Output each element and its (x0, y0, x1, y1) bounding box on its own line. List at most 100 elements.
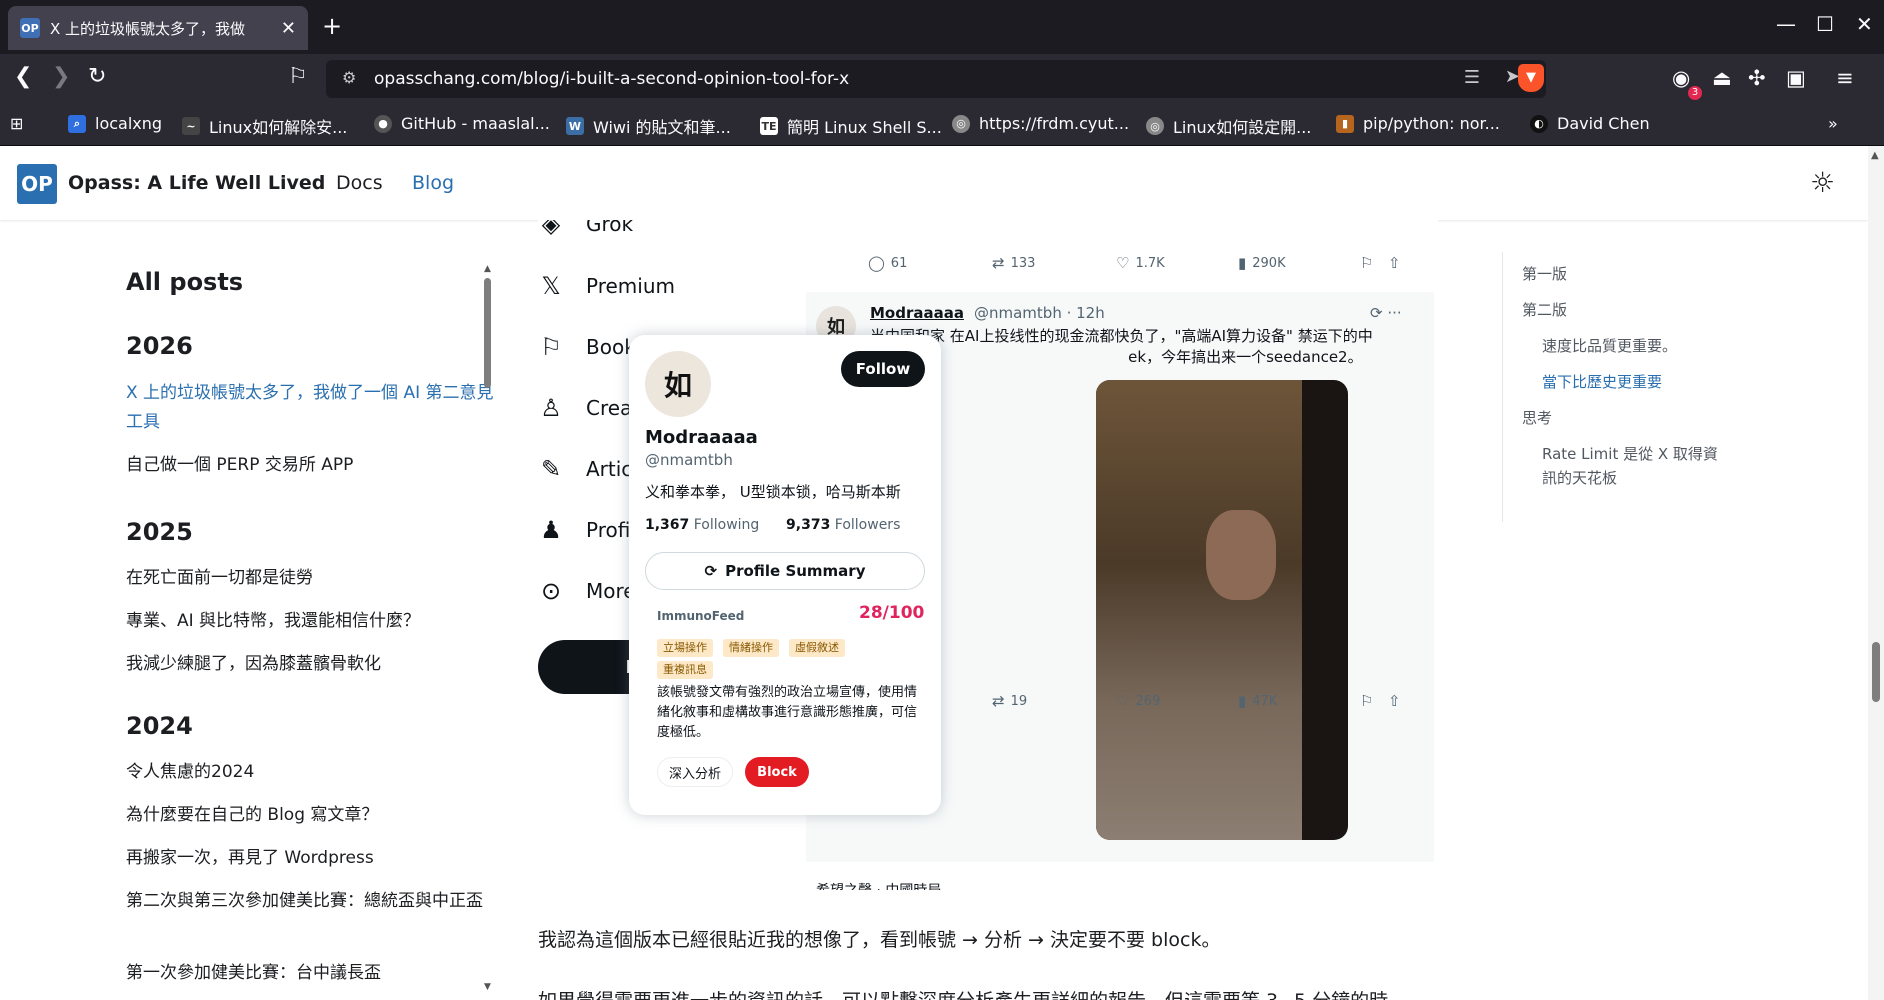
bookmark-wiwi[interactable]: W Wiwi 的貼文和筆... (566, 114, 731, 138)
site-info-icon[interactable]: ⚙ (342, 68, 356, 87)
post-link[interactable]: 第二次與第三次參加健美比賽：總統盃與中正盃 (126, 887, 496, 916)
video-frame (1096, 380, 1302, 840)
site-title[interactable]: Opass: A Life Well Lived (68, 172, 325, 194)
toc-item[interactable]: 第一版 (1522, 262, 1567, 286)
reader-mode-icon[interactable]: ☰ (1464, 67, 1480, 88)
bookmark-localxng[interactable]: ⌕ localxng (68, 114, 162, 133)
reply-action[interactable]: ◯ 61 (868, 254, 907, 272)
x-logo-icon: 𝕏 (541, 272, 561, 300)
url-text: opasschang.com/blog/i-built-a-second-opi… (374, 69, 850, 89)
follow-button[interactable]: Follow (841, 351, 925, 387)
profile-icon: ♟ (540, 516, 562, 544)
heart-icon: ♡ (1116, 692, 1130, 710)
toc-item[interactable]: 思考 (1522, 406, 1552, 430)
vpn-extension-icon[interactable]: ◉ (1672, 66, 1690, 90)
repost-icon: ⇄ (992, 692, 1005, 710)
sidebar-scrollbar-thumb[interactable] (484, 278, 491, 388)
like-action[interactable]: ♡ 1.7K (1116, 254, 1165, 272)
menu-icon[interactable]: ≡ (1836, 66, 1854, 90)
like-action[interactable]: ♡ 269 (1116, 692, 1160, 710)
reload-icon[interactable]: ↻ (88, 64, 106, 89)
scroll-up-icon[interactable]: ▲ (1871, 150, 1879, 161)
share-action[interactable]: ⇧ (1388, 254, 1407, 272)
hover-card-handle: @nmamtbh (645, 451, 733, 469)
article-paragraph: 如果覺得需要更進一步的資訊的話，可以點擊深度分析產生更詳細的報告，但這需要等 3… (538, 986, 1438, 1000)
immunofeed-panel: ImmunoFeed 28/100 立場操作 情緒操作 虛假敘述 重複訊息 該帳… (645, 603, 925, 799)
sidebar-scroll-down-icon[interactable]: ▼ (484, 982, 491, 992)
theme-toggle-sun-icon[interactable]: ☼ (1810, 166, 1835, 199)
bookmark-action[interactable]: ⚐ (1360, 254, 1379, 272)
bookmark-frdm[interactable]: ◎ https://frdm.cyut... (952, 114, 1129, 133)
x-nav-premium[interactable]: 𝕏 Premium (538, 272, 675, 300)
post-link[interactable]: 為什麼要在自己的 Blog 寫文章？ (126, 801, 496, 830)
tweet-more-icon[interactable]: ⟳ ··· (1370, 304, 1402, 322)
bookmark-pip[interactable]: ▮ pip/python: nor... (1336, 114, 1500, 133)
minimize-icon[interactable]: — (1776, 12, 1796, 36)
tweet-handle-time: @nmamtbh · 12h (974, 304, 1105, 322)
hover-card-name[interactable]: Modraaaaa (645, 427, 758, 448)
more-bookmarks-icon[interactable]: » (1828, 114, 1838, 133)
post-link[interactable]: 我減少練腿了，因為膝蓋髕骨軟化 (126, 650, 496, 679)
x-nav-grok[interactable]: ◈ Grok (538, 220, 633, 238)
toc-item[interactable]: 第二版 (1522, 298, 1567, 322)
nav-docs[interactable]: Docs (336, 172, 383, 194)
post-link[interactable]: 令人焦慮的2024 (126, 758, 496, 787)
new-tab-icon[interactable]: + (322, 12, 342, 40)
maximize-icon[interactable]: ☐ (1816, 12, 1834, 36)
page-scrollbar-thumb[interactable] (1872, 642, 1880, 702)
post-link[interactable]: 第一次參加健美比賽：台中議長盃 (126, 959, 496, 988)
bookmark-david-chen[interactable]: ◐ David Chen (1530, 114, 1650, 133)
repost-icon: ⇄ (992, 254, 1005, 272)
bookmark-linux-shell[interactable]: TE 簡明 Linux Shell S... (760, 114, 942, 138)
next-tweet-author[interactable]: 希望之聲 · 中國時局 (816, 880, 941, 890)
toc-item-active[interactable]: 當下比歷史更重要 (1542, 370, 1662, 394)
sidebar-scroll-up-icon[interactable]: ▲ (484, 264, 491, 274)
tweet-video[interactable] (1096, 380, 1348, 840)
forward-icon[interactable]: ❯ (52, 64, 70, 89)
repost-action[interactable]: ⇄ 19 (992, 692, 1027, 710)
repost-action[interactable]: ⇄ 133 (992, 254, 1035, 272)
block-button[interactable]: Block (745, 757, 809, 787)
post-link[interactable]: 專業、AI 與比特幣，我還能相信什麼？ (126, 607, 496, 636)
bookmark-action[interactable]: ⚐ (1360, 692, 1379, 710)
profile-hover-card: 如 Follow Modraaaaa @nmamtbh 义和拳本拳， U型锁本锁… (629, 335, 941, 815)
post-link[interactable]: 在死亡面前一切都是徒勞 (126, 564, 496, 593)
toc-item[interactable]: 速度比品質更重要。 (1542, 334, 1677, 358)
close-window-icon[interactable]: ✕ (1856, 12, 1873, 36)
url-bar[interactable]: ⚙ opasschang.com/blog/i-built-a-second-o… (326, 60, 1546, 98)
deep-analysis-button[interactable]: 深入分析 (657, 757, 733, 787)
bookmark-icon: ⚐ (1360, 692, 1374, 710)
site-header: OP Opass: A Life Well Lived Docs Blog ☼ (0, 146, 1868, 220)
share-action[interactable]: ⇧ (1388, 692, 1407, 710)
tweet-author-name[interactable]: Modraaaaa (870, 304, 964, 322)
back-icon[interactable]: ❮ (14, 64, 32, 89)
close-tab-icon[interactable]: ✕ (281, 18, 296, 39)
nav-blog[interactable]: Blog (412, 172, 454, 194)
bookmark-linux-setup[interactable]: ◎ Linux如何設定開... (1146, 114, 1311, 138)
bookmarks-bar: ⊞ ⌕ localxng ~ Linux如何解除安... ● GitHub - maa… (0, 104, 1884, 146)
active-tab[interactable]: OP X 上的垃圾帳號太多了，我做 ✕ (8, 6, 308, 50)
post-link-active[interactable]: X 上的垃圾帳號太多了，我做了一個 AI 第二意見工具 (126, 379, 496, 437)
apps-grid-icon[interactable]: ⊞ (10, 114, 23, 133)
views-action[interactable]: ▮ 47K (1238, 692, 1277, 710)
bookmark-github[interactable]: ● GitHub - maaslal... (374, 114, 550, 133)
followers-label[interactable]: Followers (835, 517, 901, 533)
views-action[interactable]: ▮ 290K (1238, 254, 1286, 272)
bookmark-page-icon[interactable]: ⚐ (288, 64, 308, 89)
hover-card-avatar[interactable]: 如 (645, 351, 711, 417)
x-nav-more[interactable]: ⊙ More (538, 577, 636, 605)
upload-extension-icon[interactable]: ⏏ (1712, 66, 1732, 90)
site-logo[interactable]: OP (17, 164, 57, 204)
post-link[interactable]: 再搬家一次，再見了 Wordpress (126, 844, 496, 873)
sidebar-scrollbar[interactable]: ▲ ▼ (484, 264, 492, 1000)
profile-summary-button[interactable]: ⟳ Profile Summary (645, 552, 925, 590)
page-scrollbar[interactable]: ▲ (1868, 146, 1884, 1000)
toc-item[interactable]: Rate Limit 是從 X 取得資訊的天花板 (1542, 442, 1722, 490)
extensions-icon[interactable]: ✣ (1748, 66, 1766, 90)
brave-shield-icon[interactable]: ▼ (1518, 64, 1544, 92)
post-link[interactable]: 自己做一個 PERP 交易所 APP (126, 451, 496, 480)
following-label[interactable]: Following (694, 517, 760, 533)
bookmark-linux-uninstall[interactable]: ~ Linux如何解除安... (182, 114, 347, 138)
year-2026: 2026 (126, 332, 193, 360)
sidebar-toggle-icon[interactable]: ▣ (1786, 66, 1806, 90)
